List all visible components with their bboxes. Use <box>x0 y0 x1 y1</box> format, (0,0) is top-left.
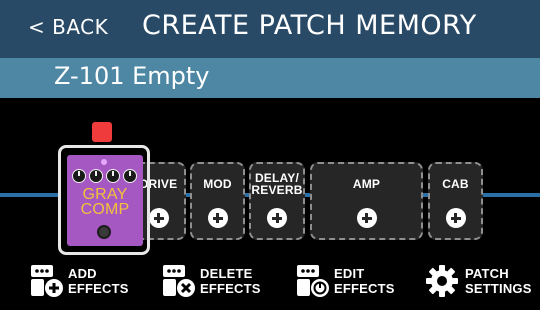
add-effect-icon <box>207 208 228 228</box>
effect-slot-label-line2: REVERB <box>251 183 303 197</box>
effect-slot-label: CAB <box>442 177 469 191</box>
add-effect-icon <box>267 208 287 228</box>
gear-icon <box>426 265 458 297</box>
add-effects-label-line1: ADD <box>68 266 97 281</box>
add-effect-icon <box>356 208 377 228</box>
edit-effects-label: EDIT EFFECTS <box>334 266 395 296</box>
edit-effects-icon <box>297 265 329 297</box>
add-effect-icon <box>148 208 169 228</box>
delete-effects-label: DELETE EFFECTS <box>200 266 261 296</box>
effect-slot-mod[interactable]: MOD <box>190 162 245 240</box>
delete-effects-label-line1: DELETE <box>200 266 253 281</box>
header-bar: < BACK CREATE PATCH MEMORY <box>0 0 540 58</box>
effect-slot-cab[interactable]: CAB <box>428 162 483 240</box>
selected-effect-frame[interactable] <box>58 145 150 255</box>
patch-settings-button[interactable]: PATCH SETTINGS <box>425 262 537 302</box>
patch-settings-label-line1: PATCH <box>465 266 509 281</box>
patch-name: Z-101 Empty <box>54 62 210 90</box>
page-title: CREATE PATCH MEMORY <box>142 10 477 41</box>
add-effect-icon <box>445 208 466 228</box>
add-effects-button[interactable]: ADD EFFECTS <box>30 262 130 302</box>
patch-settings-label: PATCH SETTINGS <box>465 266 532 296</box>
add-effects-label: ADD EFFECTS <box>68 266 129 296</box>
add-effects-icon <box>31 265 63 297</box>
add-effects-label-line2: EFFECTS <box>68 281 129 296</box>
delete-effects-icon <box>163 265 195 297</box>
patch-name-bar: Z-101 Empty <box>0 58 540 98</box>
effect-slot-label: MOD <box>203 177 232 191</box>
signal-line-left <box>0 193 60 197</box>
effect-slot-label: AMP <box>352 177 381 191</box>
delete-effects-button[interactable]: DELETE EFFECTS <box>162 262 272 302</box>
create-patch-memory-screen: < BACK CREATE PATCH MEMORY Z-101 Empty D… <box>0 0 540 310</box>
effect-slot-label: DELAY/ REVERB <box>251 172 303 196</box>
edit-effects-label-line2: EFFECTS <box>334 281 395 296</box>
edit-effects-label-line1: EDIT <box>334 266 365 281</box>
effect-slot-delay-reverb[interactable]: DELAY/ REVERB <box>249 162 305 240</box>
selection-indicator <box>92 122 112 142</box>
patch-settings-label-line2: SETTINGS <box>465 281 532 296</box>
edit-effects-button[interactable]: EDIT EFFECTS <box>296 262 396 302</box>
effect-slot-amp[interactable]: AMP <box>310 162 423 240</box>
back-button[interactable]: < BACK <box>28 15 108 39</box>
delete-effects-label-line2: EFFECTS <box>200 281 261 296</box>
